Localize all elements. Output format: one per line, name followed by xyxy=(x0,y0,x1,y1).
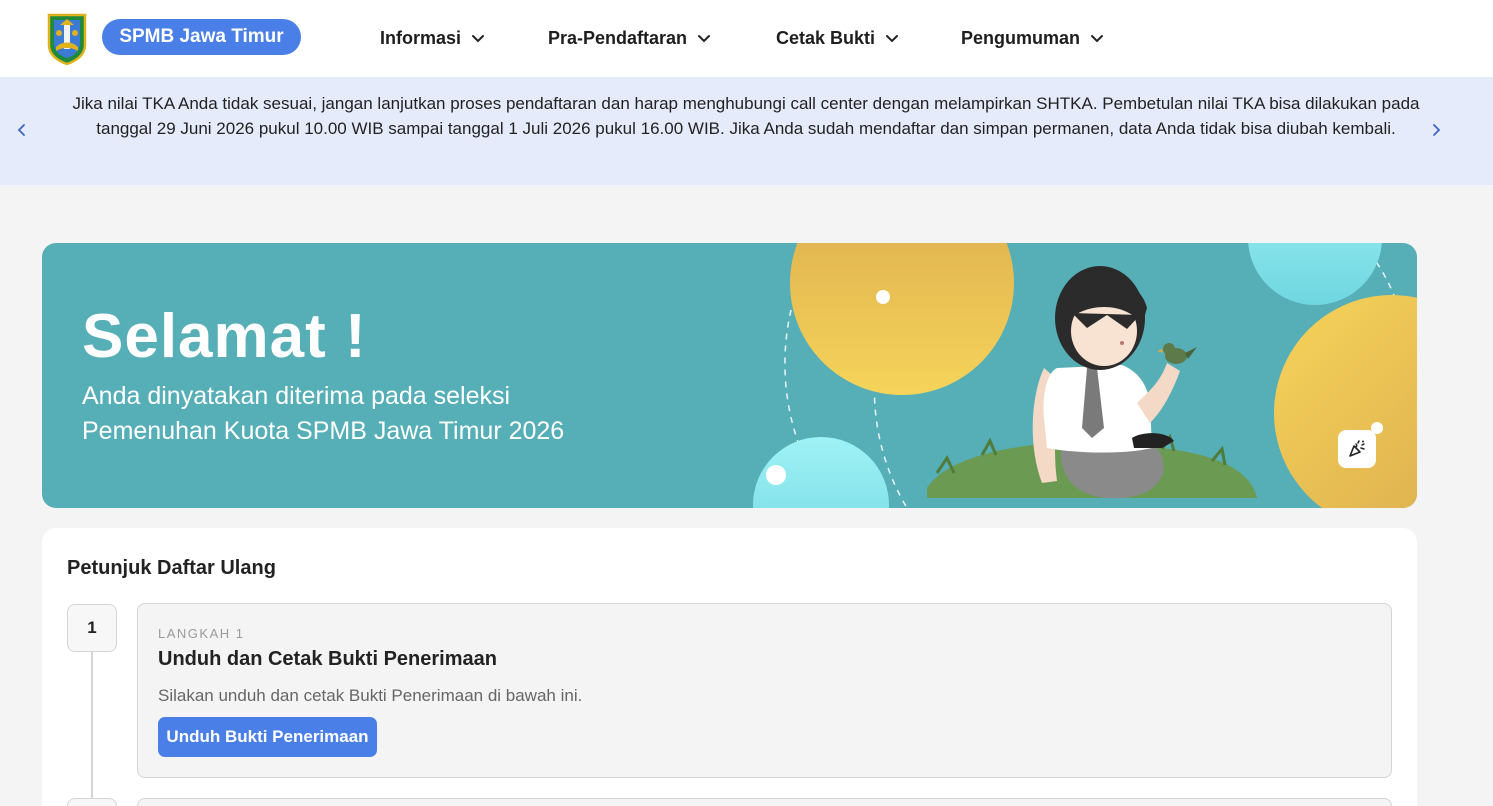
hero-illustration xyxy=(753,243,1417,508)
nav-pengumuman[interactable]: Pengumuman xyxy=(961,24,1104,52)
chevron-right-icon xyxy=(1433,124,1441,136)
carousel-next-button[interactable] xyxy=(1426,119,1446,141)
timeline-line xyxy=(91,652,93,802)
instructions-title: Petunjuk Daftar Ulang xyxy=(67,557,276,579)
chevron-left-icon xyxy=(17,124,25,136)
step-number-badge: 1 xyxy=(67,604,117,652)
nav-pra-pendaftaran-label: Pra-Pendaftaran xyxy=(548,27,688,48)
chevron-down-icon xyxy=(698,35,711,43)
brand-pill[interactable]: SPMB Jawa Timur xyxy=(102,19,301,55)
step-label: LANGKAH 1 xyxy=(158,626,245,641)
download-proof-button[interactable]: Unduh Bukti Penerimaan xyxy=(158,717,377,757)
nav-cetak-bukti[interactable]: Cetak Bukti xyxy=(776,24,899,52)
step-description: Silakan unduh dan cetak Bukti Penerimaan… xyxy=(158,686,583,705)
instructions-card: Petunjuk Daftar Ulang 1 LANGKAH 1 Unduh … xyxy=(42,528,1417,806)
hero-banner: Selamat ! Anda dinyatakan diterima pada … xyxy=(42,243,1417,508)
announcement-text: Jika nilai TKA Anda tidak sesuai, jangan… xyxy=(72,94,1420,138)
step-number-badge-next xyxy=(67,798,117,806)
confetti-button[interactable] xyxy=(1338,430,1376,468)
nav-pengumuman-label: Pengumuman xyxy=(961,27,1081,48)
hero-title: Selamat ! xyxy=(82,302,367,371)
party-popper-icon xyxy=(1349,440,1365,457)
chevron-down-icon xyxy=(886,35,899,43)
carousel-prev-button[interactable] xyxy=(12,119,32,141)
nav-cetak-bukti-label: Cetak Bukti xyxy=(776,27,876,48)
hero-subtitle: Anda dinyatakan diterima pada seleksi Pe… xyxy=(82,382,565,445)
chevron-down-icon xyxy=(1091,35,1104,43)
step-card: LANGKAH 1 Unduh dan Cetak Bukti Penerima… xyxy=(137,603,1392,778)
nav-informasi[interactable]: Informasi xyxy=(380,24,485,52)
step-heading: Unduh dan Cetak Bukti Penerimaan xyxy=(158,648,497,670)
chevron-down-icon xyxy=(472,35,485,43)
nav-pra-pendaftaran[interactable]: Pra-Pendaftaran xyxy=(548,24,711,52)
announcement-carousel: Jika nilai TKA Anda tidak sesuai, jangan… xyxy=(0,77,1493,185)
step-card-next xyxy=(137,798,1392,806)
top-navbar: SPMB Jawa Timur Informasi Pra-Pendaftara… xyxy=(0,0,1493,77)
nav-informasi-label: Informasi xyxy=(380,27,462,48)
east-java-logo-icon[interactable] xyxy=(46,11,88,65)
